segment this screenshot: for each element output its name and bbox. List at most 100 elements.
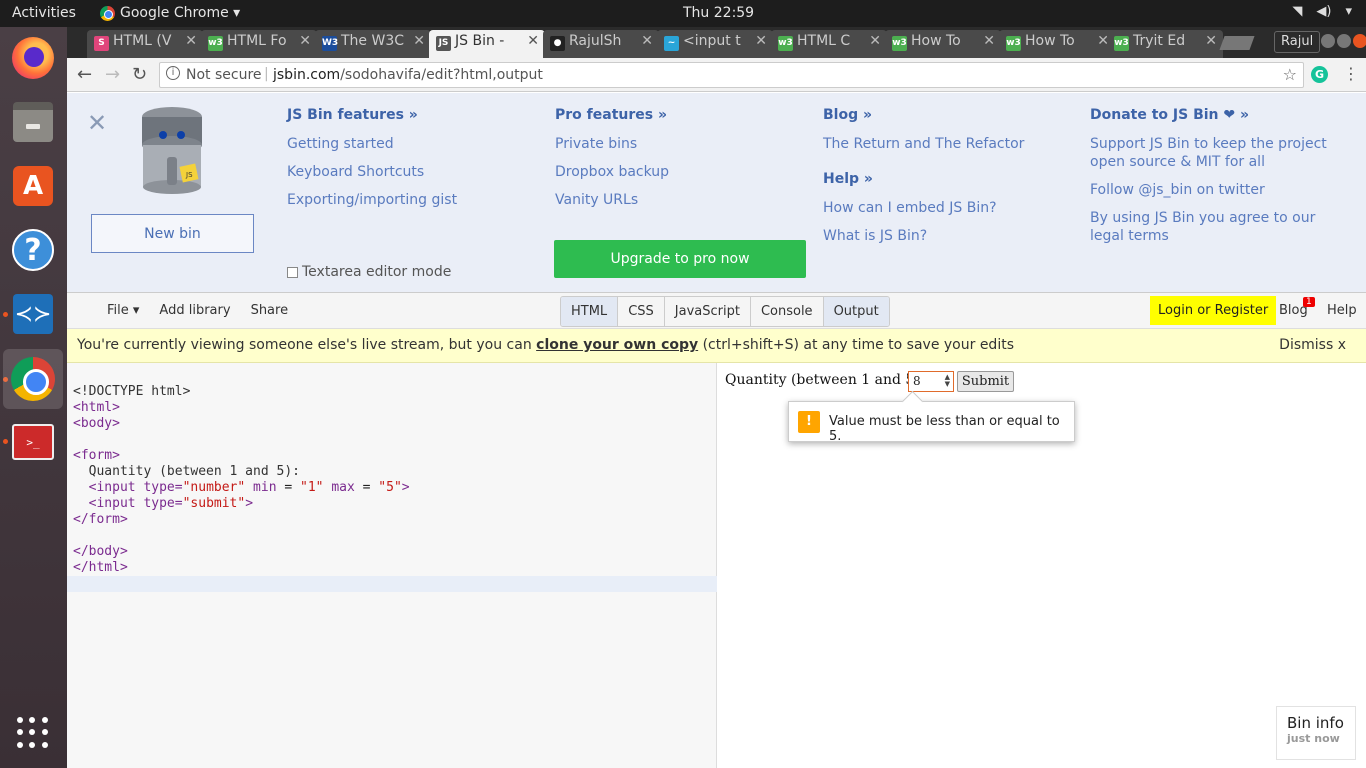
- bookmark-star-icon[interactable]: ☆: [1283, 65, 1297, 84]
- blog-heading[interactable]: Blog »: [823, 107, 1024, 123]
- html-editor[interactable]: <!DOCTYPE html> <html> <body> <form> Qua…: [67, 363, 717, 768]
- tab-label: HTML Fo: [227, 33, 287, 49]
- activities-button[interactable]: Activities: [12, 5, 76, 21]
- close-window-icon[interactable]: [1353, 34, 1366, 48]
- textarea-mode-checkbox[interactable]: [287, 266, 298, 278]
- clone-copy-link[interactable]: clone your own copy: [536, 337, 698, 353]
- browser-tab[interactable]: S HTML (V ✕: [87, 30, 203, 58]
- tab-output[interactable]: Output: [823, 297, 889, 326]
- tab-label: How To: [911, 33, 961, 49]
- twitter-link[interactable]: Follow @js_bin on twitter: [1090, 181, 1345, 199]
- code-line: <html>: [73, 400, 120, 415]
- info-icon[interactable]: i: [166, 66, 180, 80]
- features-heading[interactable]: JS Bin features »: [287, 107, 457, 123]
- browser-tab[interactable]: ~ <input t ✕: [657, 30, 773, 58]
- url-text[interactable]: jsbin.com/sodohavifa/edit?html,output: [273, 67, 543, 83]
- pro-features-heading[interactable]: Pro features »: [555, 107, 669, 123]
- donate-heading[interactable]: Donate to JS Bin ❤ »: [1090, 107, 1345, 123]
- features-column: JS Bin features » Getting started Keyboa…: [287, 107, 457, 219]
- launcher-terminal[interactable]: >_: [10, 419, 56, 465]
- new-tab-button[interactable]: [1219, 36, 1255, 50]
- textarea-mode-toggle[interactable]: Textarea editor mode: [287, 264, 451, 280]
- back-icon[interactable]: ←: [77, 64, 92, 85]
- new-bin-button[interactable]: New bin: [91, 214, 254, 253]
- browser-tab[interactable]: W3 The W3C ✕: [315, 30, 431, 58]
- app-menu[interactable]: Google Chrome ▾: [100, 5, 240, 21]
- help-link[interactable]: Help: [1327, 303, 1357, 318]
- profile-button[interactable]: Rajul: [1274, 31, 1321, 53]
- tab-favicon-icon: w3: [778, 36, 793, 51]
- launcher-help[interactable]: ?: [10, 227, 56, 273]
- login-register-button[interactable]: Login or Register: [1150, 296, 1277, 325]
- tab-label: RajulSh: [569, 33, 622, 49]
- upgrade-pro-button[interactable]: Upgrade to pro now: [554, 240, 806, 278]
- vanity-urls-link[interactable]: Vanity URLs: [555, 191, 669, 209]
- tab-close-icon[interactable]: ✕: [527, 33, 539, 49]
- browser-tab[interactable]: ● RajulSh ✕: [543, 30, 659, 58]
- wifi-icon[interactable]: ◥: [1292, 4, 1302, 19]
- tab-label: The W3C: [341, 33, 405, 49]
- browser-tab[interactable]: w3 Tryit Ed ✕: [1107, 30, 1223, 58]
- tab-close-icon[interactable]: ✕: [755, 33, 767, 49]
- tab-close-icon[interactable]: ✕: [641, 33, 653, 49]
- tab-close-icon[interactable]: ✕: [299, 33, 311, 49]
- minimize-window-icon[interactable]: [1321, 34, 1335, 48]
- browser-tab-active[interactable]: JS JS Bin - ✕: [429, 30, 545, 58]
- launcher-software[interactable]: A: [10, 163, 56, 209]
- launcher-chrome[interactable]: [3, 349, 63, 409]
- share-button[interactable]: Share: [251, 303, 289, 318]
- keyboard-shortcuts-link[interactable]: Keyboard Shortcuts: [287, 163, 457, 181]
- what-is-jsbin-link[interactable]: What is JS Bin?: [823, 227, 1024, 245]
- browser-tab[interactable]: w3 HTML Fo ✕: [201, 30, 317, 58]
- reload-icon[interactable]: ↻: [132, 64, 147, 85]
- tab-close-icon[interactable]: ✕: [185, 33, 197, 49]
- getting-started-link[interactable]: Getting started: [287, 135, 457, 153]
- file-menu[interactable]: File ▾: [107, 303, 139, 318]
- security-label[interactable]: Not secure: [186, 67, 262, 83]
- help-heading[interactable]: Help »: [823, 171, 1024, 187]
- embed-help-link[interactable]: How can I embed JS Bin?: [823, 199, 1024, 217]
- tab-javascript[interactable]: JavaScript: [664, 297, 751, 326]
- spinner-icon[interactable]: ▲ ▼: [945, 374, 950, 388]
- tab-close-icon[interactable]: ✕: [1205, 33, 1217, 49]
- system-tray[interactable]: ◥ ◀) ▾: [1292, 4, 1352, 19]
- clock[interactable]: Thu 22:59: [683, 5, 754, 21]
- show-applications-icon[interactable]: [17, 717, 49, 749]
- validation-message: Value must be less than or equal to 5.: [829, 414, 1060, 444]
- output-panel: Quantity (between 1 and 5): 8 ▲ ▼ Submit …: [717, 363, 1366, 768]
- browser-tab[interactable]: w3 HTML C ✕: [771, 30, 887, 58]
- launcher-firefox[interactable]: [10, 35, 56, 81]
- close-panel-icon[interactable]: ✕: [87, 109, 107, 137]
- maximize-window-icon[interactable]: [1337, 34, 1351, 48]
- tab-console[interactable]: Console: [750, 297, 824, 326]
- add-library-button[interactable]: Add library: [159, 303, 230, 318]
- tab-close-icon[interactable]: ✕: [413, 33, 425, 49]
- grammarly-extension-icon[interactable]: G: [1311, 66, 1328, 83]
- browser-tab[interactable]: w3 How To ✕: [999, 30, 1115, 58]
- address-bar[interactable]: i Not secure | jsbin.com/sodohavifa/edit…: [159, 62, 1304, 88]
- submit-button[interactable]: Submit: [957, 371, 1014, 392]
- tab-close-icon[interactable]: ✕: [869, 33, 881, 49]
- volume-icon[interactable]: ◀): [1316, 4, 1331, 19]
- private-bins-link[interactable]: Private bins: [555, 135, 669, 153]
- bin-info-button[interactable]: Bin info just now: [1276, 706, 1356, 760]
- blog-post-link[interactable]: The Return and The Refactor: [823, 135, 1024, 153]
- legal-terms-link[interactable]: By using JS Bin you agree to our legal t…: [1090, 209, 1345, 245]
- chrome-menu-icon[interactable]: ⋮: [1343, 64, 1359, 83]
- forward-icon[interactable]: →: [105, 64, 120, 85]
- code-line: <form>: [73, 448, 120, 463]
- tab-close-icon[interactable]: ✕: [983, 33, 995, 49]
- tab-favicon-icon: w3: [892, 36, 907, 51]
- support-jsbin-link[interactable]: Support JS Bin to keep the project open …: [1090, 135, 1345, 171]
- launcher-files[interactable]: [10, 99, 56, 145]
- launcher-vscode[interactable]: ≺≻: [10, 291, 56, 337]
- quantity-input[interactable]: 8 ▲ ▼: [908, 371, 954, 392]
- export-import-gist-link[interactable]: Exporting/importing gist: [287, 191, 457, 209]
- dropbox-backup-link[interactable]: Dropbox backup: [555, 163, 669, 181]
- system-menu-icon[interactable]: ▾: [1345, 4, 1352, 19]
- dismiss-button[interactable]: Dismiss x: [1279, 337, 1346, 353]
- tab-html[interactable]: HTML: [561, 297, 619, 326]
- code-line: </html>: [73, 560, 128, 575]
- tab-css[interactable]: CSS: [618, 297, 665, 326]
- browser-tab[interactable]: w3 How To ✕: [885, 30, 1001, 58]
